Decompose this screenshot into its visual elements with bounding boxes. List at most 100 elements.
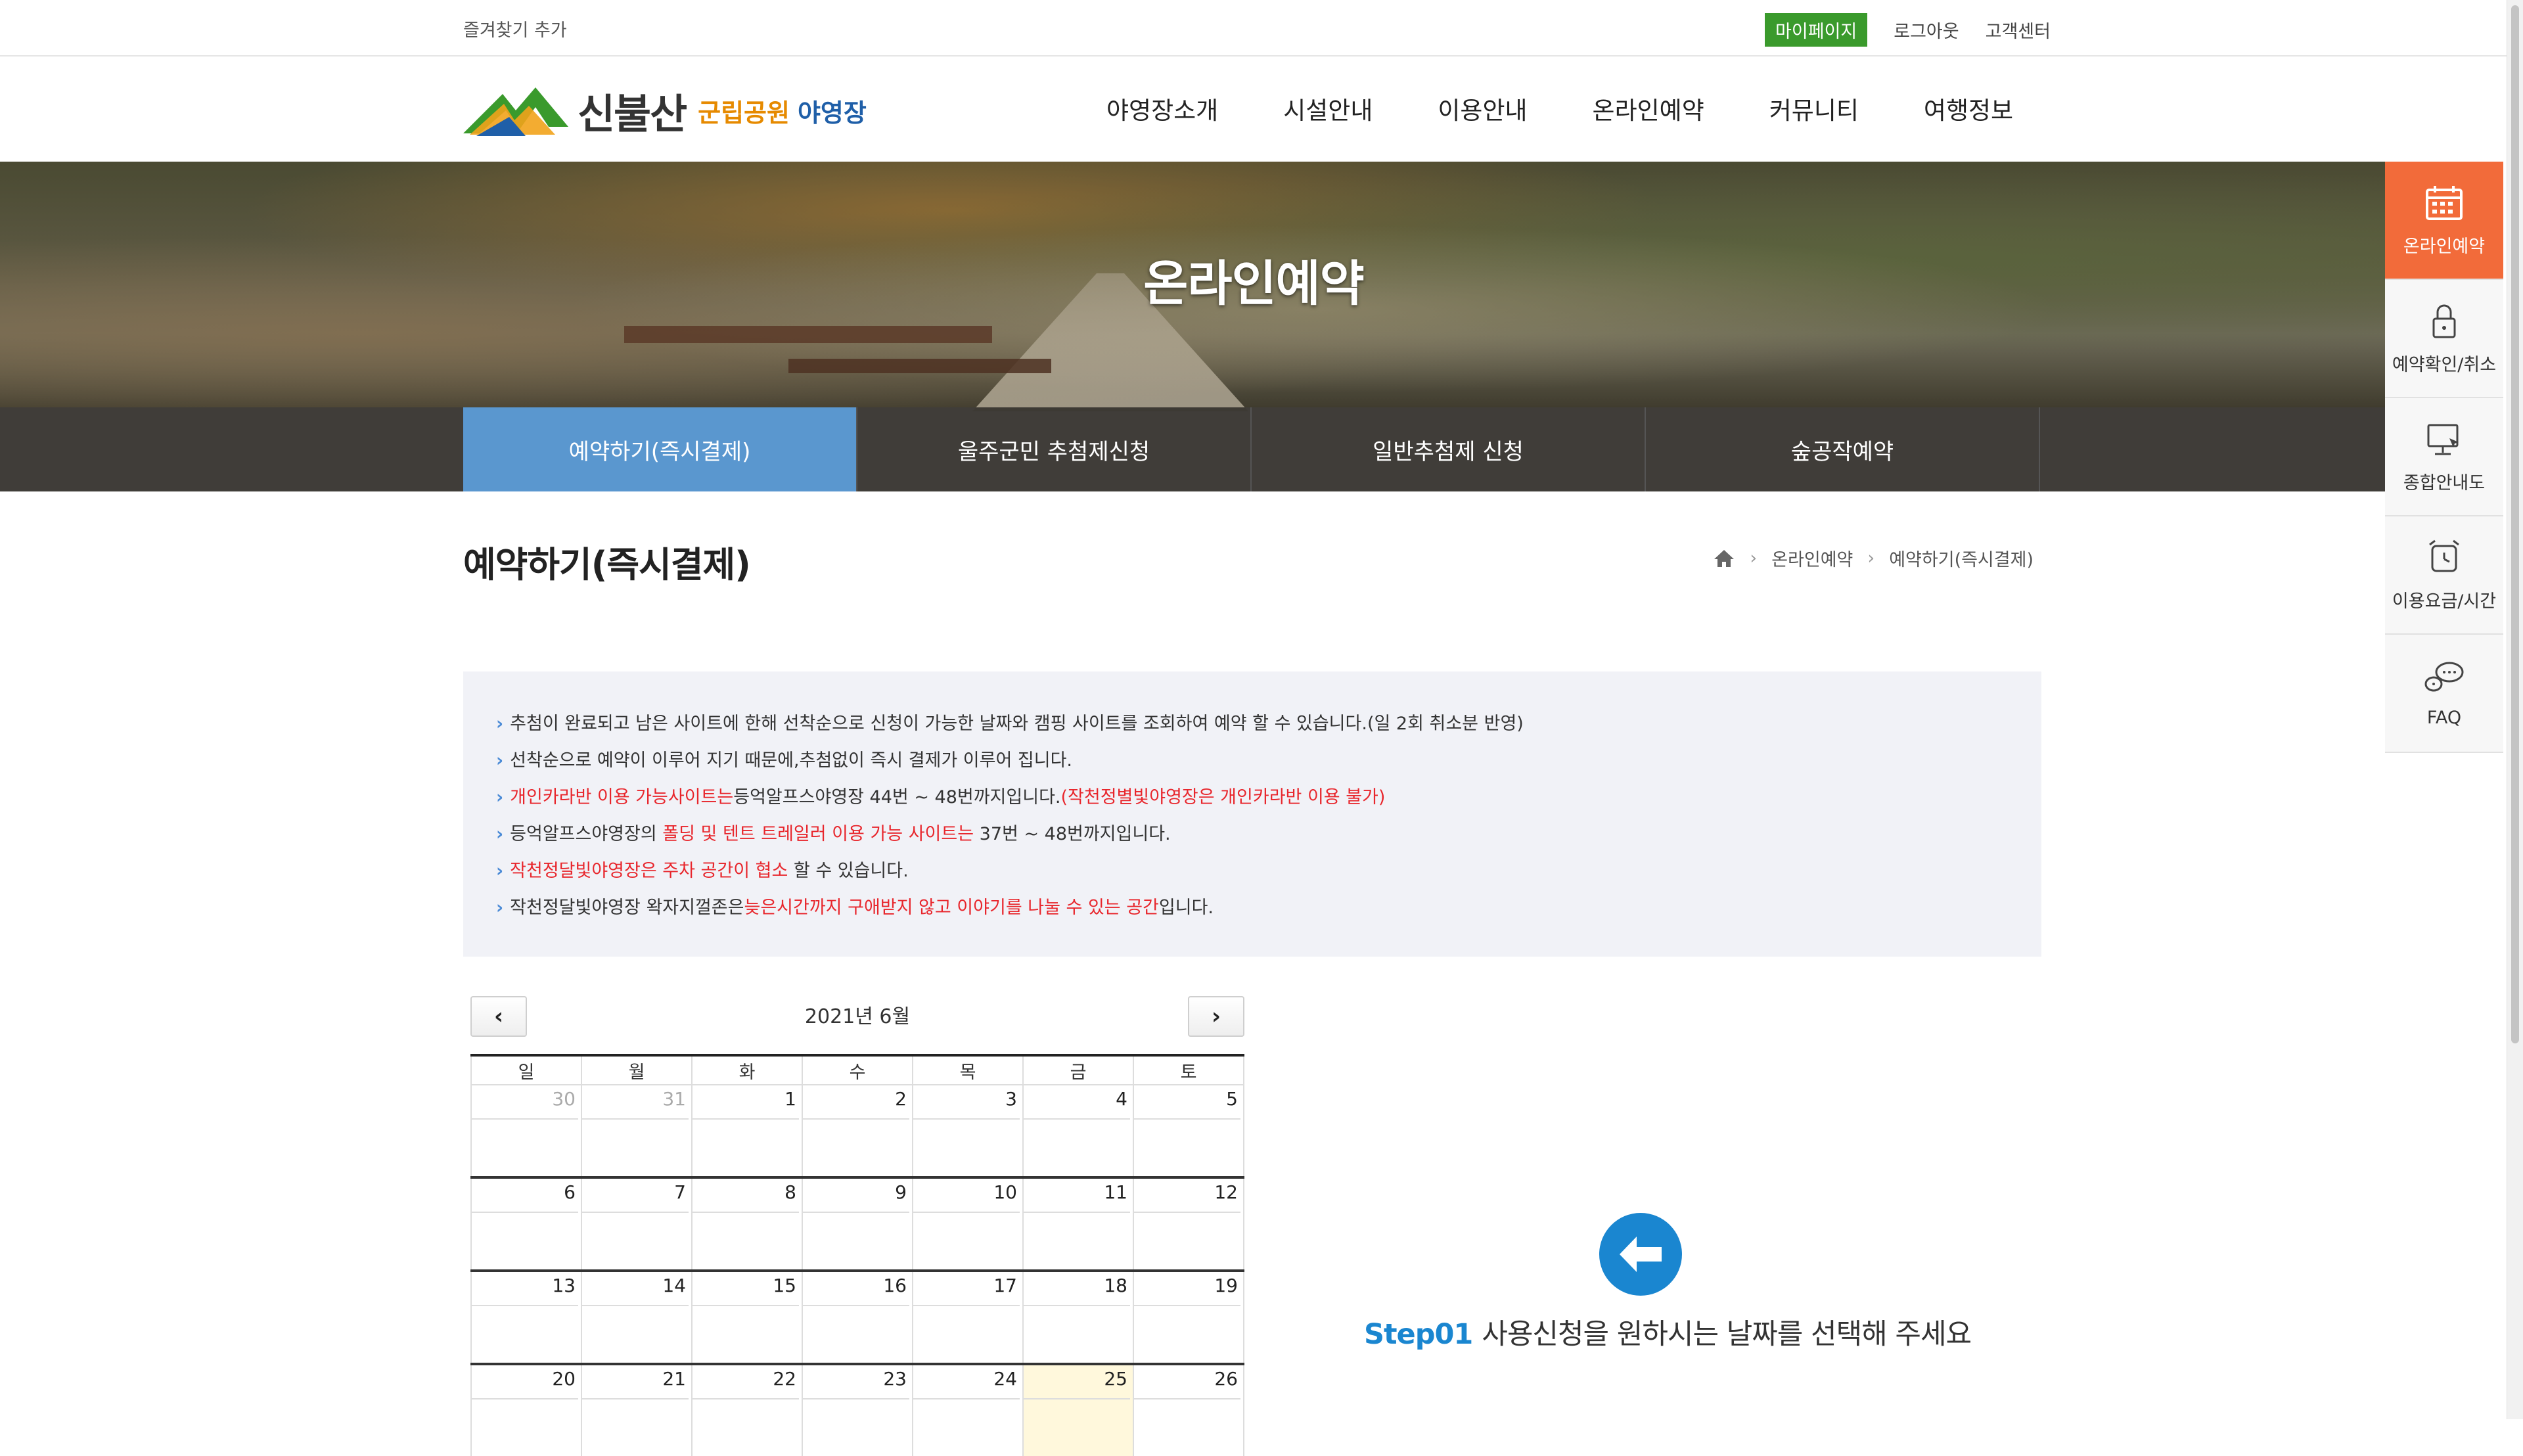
day-number: 31 — [582, 1088, 689, 1120]
quick-label: 이용요금/시간 — [2392, 591, 2497, 612]
calendar-day[interactable]: 23 — [802, 1363, 913, 1456]
calendar-day[interactable]: 31 — [581, 1085, 693, 1177]
notice-item: › 개인카라반 이용 가능사이트는등억알프스야영장 44번 ~ 48번까지입니다.… — [496, 779, 2041, 816]
tab-instant-reservation[interactable]: 예약하기(즉시결제) — [463, 407, 857, 491]
breadcrumb-level1[interactable]: 온라인예약 — [1771, 545, 1853, 571]
day-number: 12 — [1134, 1181, 1240, 1213]
calendar-day[interactable]: 11 — [1022, 1176, 1134, 1271]
notice-text: 할 수 있습니다. — [788, 861, 909, 881]
arrow-left-icon — [1599, 1213, 1682, 1296]
nav-item-guide[interactable]: 이용안내 — [1438, 91, 1527, 126]
calendar-day[interactable]: 30 — [470, 1085, 582, 1177]
day-number: 18 — [1024, 1275, 1130, 1306]
notice-item: › 추첨이 완료되고 남은 사이트에 한해 선착순으로 신청이 가능한 날짜와 캠… — [496, 706, 2041, 742]
calendar-day-today[interactable]: 25 — [1022, 1363, 1134, 1456]
calendar-day[interactable]: 10 — [912, 1176, 1024, 1271]
customer-center-link[interactable]: 고객센터 — [1986, 17, 2051, 43]
tab-resident-lottery[interactable]: 울주군민 추첨제신청 — [857, 407, 1252, 491]
nav-item-facilities[interactable]: 시설안내 — [1283, 91, 1373, 126]
calendar-day[interactable]: 24 — [912, 1363, 1024, 1456]
calendar-day[interactable]: 2 — [802, 1085, 913, 1177]
calendar-day[interactable]: 26 — [1133, 1363, 1244, 1456]
day-number: 7 — [582, 1181, 689, 1213]
chat-bubbles-icon — [2424, 662, 2464, 691]
day-number: 2 — [803, 1088, 909, 1120]
logo-title: 신불산 — [578, 90, 687, 138]
tab-general-lottery[interactable]: 일반추첨제 신청 — [1252, 407, 1646, 491]
day-number: 23 — [803, 1368, 909, 1399]
quick-online-reservation[interactable]: 온라인예약 — [2385, 162, 2503, 280]
site-logo[interactable]: 신불산 군립공원 야영장 — [463, 78, 867, 143]
notice-item: › 선착순으로 예약이 이루어 지기 때문에,추첨없이 즉시 결제가 이루어 집니… — [496, 742, 2041, 779]
day-number: 21 — [582, 1368, 689, 1399]
logout-link[interactable]: 로그아웃 — [1894, 17, 1959, 43]
nav-item-reservation[interactable]: 온라인예약 — [1593, 91, 1704, 126]
calendar-day[interactable]: 15 — [691, 1269, 803, 1364]
arrow-icon: › — [496, 787, 504, 808]
calendar-day[interactable]: 13 — [470, 1269, 582, 1364]
notice-text: 등억알프스야영장의 — [510, 824, 663, 844]
calendar-day[interactable]: 16 — [802, 1269, 913, 1364]
weekday-header: 일 — [470, 1054, 582, 1085]
chevron-right-icon: › — [1750, 548, 1758, 568]
calendar-day[interactable]: 5 — [1133, 1085, 1244, 1177]
quick-faq[interactable]: FAQ — [2385, 635, 2503, 753]
nav-item-intro[interactable]: 야영장소개 — [1106, 91, 1218, 126]
quick-label: FAQ — [2426, 707, 2462, 728]
calendar-day[interactable]: 4 — [1022, 1085, 1134, 1177]
logo-park: 군립공원 — [698, 98, 790, 127]
quick-label: 예약확인/취소 — [2392, 354, 2497, 375]
notice-text: 등억알프스야영장 44번 ~ 48번까지입니다. — [733, 787, 1061, 808]
home-icon[interactable] — [1713, 549, 1735, 568]
quick-site-map[interactable]: 종합안내도 — [2385, 398, 2503, 516]
day-number: 17 — [913, 1275, 1020, 1306]
day-number: 6 — [472, 1181, 578, 1213]
calendar-day[interactable]: 19 — [1133, 1269, 1244, 1364]
notice-highlight: (작천정별빛야영장은 개인카라반 이용 불가) — [1060, 787, 1386, 808]
calendar-day[interactable]: 1 — [691, 1085, 803, 1177]
reservation-calendar: ‹ 2021년 6월 › 일 월 화 수 목 금 토 30 31 1 2 3 4 — [470, 996, 1244, 1456]
calendar-day[interactable]: 20 — [470, 1363, 582, 1456]
alarm-clock-icon — [2429, 539, 2459, 572]
page-scrollbar[interactable] — [2507, 0, 2523, 1419]
scrollbar-thumb[interactable] — [2511, 5, 2519, 1043]
tab-forest-workshop[interactable]: 숲공작예약 — [1646, 407, 2040, 491]
monitor-icon — [2427, 424, 2459, 455]
calendar-day[interactable]: 12 — [1133, 1176, 1244, 1271]
day-number: 9 — [803, 1181, 909, 1213]
next-month-button[interactable]: › — [1188, 996, 1244, 1037]
day-number: 26 — [1134, 1368, 1240, 1399]
notice-text: 37번 ~ 48번까지입니다. — [974, 824, 1171, 844]
notice-highlight: 작천정달빛야영장은 주차 공간이 협소 — [510, 861, 788, 881]
calendar-day[interactable]: 6 — [470, 1176, 582, 1271]
mypage-button[interactable]: 마이페이지 — [1765, 13, 1868, 47]
weekday-header: 수 — [802, 1054, 913, 1085]
main-navigation: 야영장소개 시설안내 이용안내 온라인예약 커뮤니티 여행정보 — [1106, 91, 2078, 126]
calendar-day[interactable]: 14 — [581, 1269, 693, 1364]
calendar-day[interactable]: 22 — [691, 1363, 803, 1456]
day-number: 19 — [1134, 1275, 1240, 1306]
calendar-day[interactable]: 8 — [691, 1176, 803, 1271]
day-number: 20 — [472, 1368, 578, 1399]
quick-label: 온라인예약 — [2403, 236, 2486, 257]
calendar-day[interactable]: 9 — [802, 1176, 913, 1271]
step-instruction: 사용신청을 원하시는 날짜를 선택해 주세요 — [1482, 1318, 1972, 1351]
site-header: 신불산 군립공원 야영장 야영장소개 시설안내 이용안내 온라인예약 커뮤니티 … — [0, 57, 2507, 162]
calendar-day[interactable]: 21 — [581, 1363, 693, 1456]
breadcrumb-level2[interactable]: 예약하기(즉시결제) — [1889, 545, 2034, 571]
calendar-day[interactable]: 3 — [912, 1085, 1024, 1177]
calendar-icon — [2426, 185, 2463, 220]
nav-item-travel[interactable]: 여행정보 — [1924, 91, 2013, 126]
arrow-icon: › — [496, 898, 504, 918]
day-number: 1 — [693, 1088, 799, 1120]
calendar-day[interactable]: 17 — [912, 1269, 1024, 1364]
calendar-day[interactable]: 18 — [1022, 1269, 1134, 1364]
notice-item: › 작천정달빛야영장은 주차 공간이 협소 할 수 있습니다. — [496, 853, 2041, 890]
quick-reservation-check[interactable]: 예약확인/취소 — [2385, 280, 2503, 398]
add-favorite-link[interactable]: 즐겨찾기 추가 — [463, 16, 567, 41]
weekday-header: 금 — [1022, 1054, 1134, 1085]
quick-fee-time[interactable]: 이용요금/시간 — [2385, 516, 2503, 635]
calendar-day[interactable]: 7 — [581, 1176, 693, 1271]
nav-item-community[interactable]: 커뮤니티 — [1769, 91, 1859, 126]
notice-highlight: 폴딩 및 텐트 트레일러 이용 가능 사이트는 — [662, 824, 974, 844]
